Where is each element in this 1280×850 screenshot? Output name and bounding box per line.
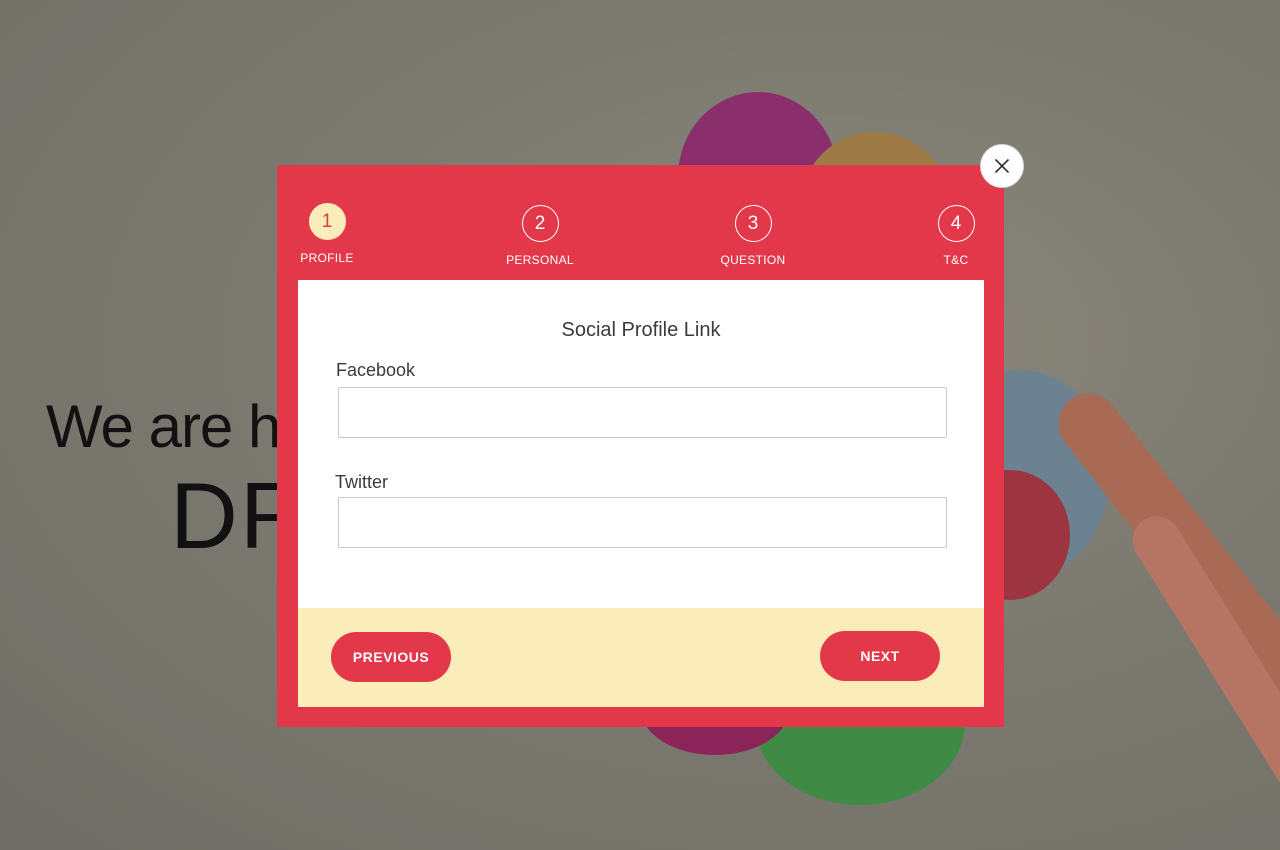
step-personal[interactable]: 2 PERSONAL — [495, 205, 585, 267]
step-number: 2 — [521, 205, 559, 242]
form-title: Social Profile Link — [561, 319, 721, 341]
close-icon — [994, 158, 1010, 174]
step-number: 4 — [937, 205, 975, 242]
step-number: 1 — [308, 203, 346, 240]
step-question[interactable]: 3 QUESTION — [708, 205, 798, 267]
step-terms[interactable]: 4 T&C — [911, 205, 1001, 267]
signup-modal: 1 PROFILE 2 PERSONAL 3 QUESTION 4 T&C So… — [277, 165, 1004, 727]
step-profile[interactable]: 1 PROFILE — [282, 203, 372, 265]
hero-heading: We are he — [46, 393, 314, 460]
facebook-label: Facebook — [336, 360, 416, 380]
step-number: 3 — [734, 205, 772, 242]
arm-image — [1046, 381, 1280, 850]
twitter-input[interactable] — [338, 497, 947, 548]
step-label: QUESTION — [720, 253, 786, 267]
step-label: PERSONAL — [506, 253, 574, 267]
step-label: PROFILE — [300, 251, 354, 265]
twitter-label: Twitter — [335, 472, 389, 492]
facebook-input[interactable] — [338, 387, 947, 438]
step-label: T&C — [943, 253, 969, 267]
next-button[interactable]: NEXT — [820, 631, 940, 681]
close-button[interactable] — [980, 144, 1024, 188]
form-footer: PREVIOUS NEXT — [298, 608, 984, 707]
form-panel: Social Profile Link Facebook Twitter PRE… — [298, 280, 984, 707]
previous-button[interactable]: PREVIOUS — [331, 632, 451, 682]
